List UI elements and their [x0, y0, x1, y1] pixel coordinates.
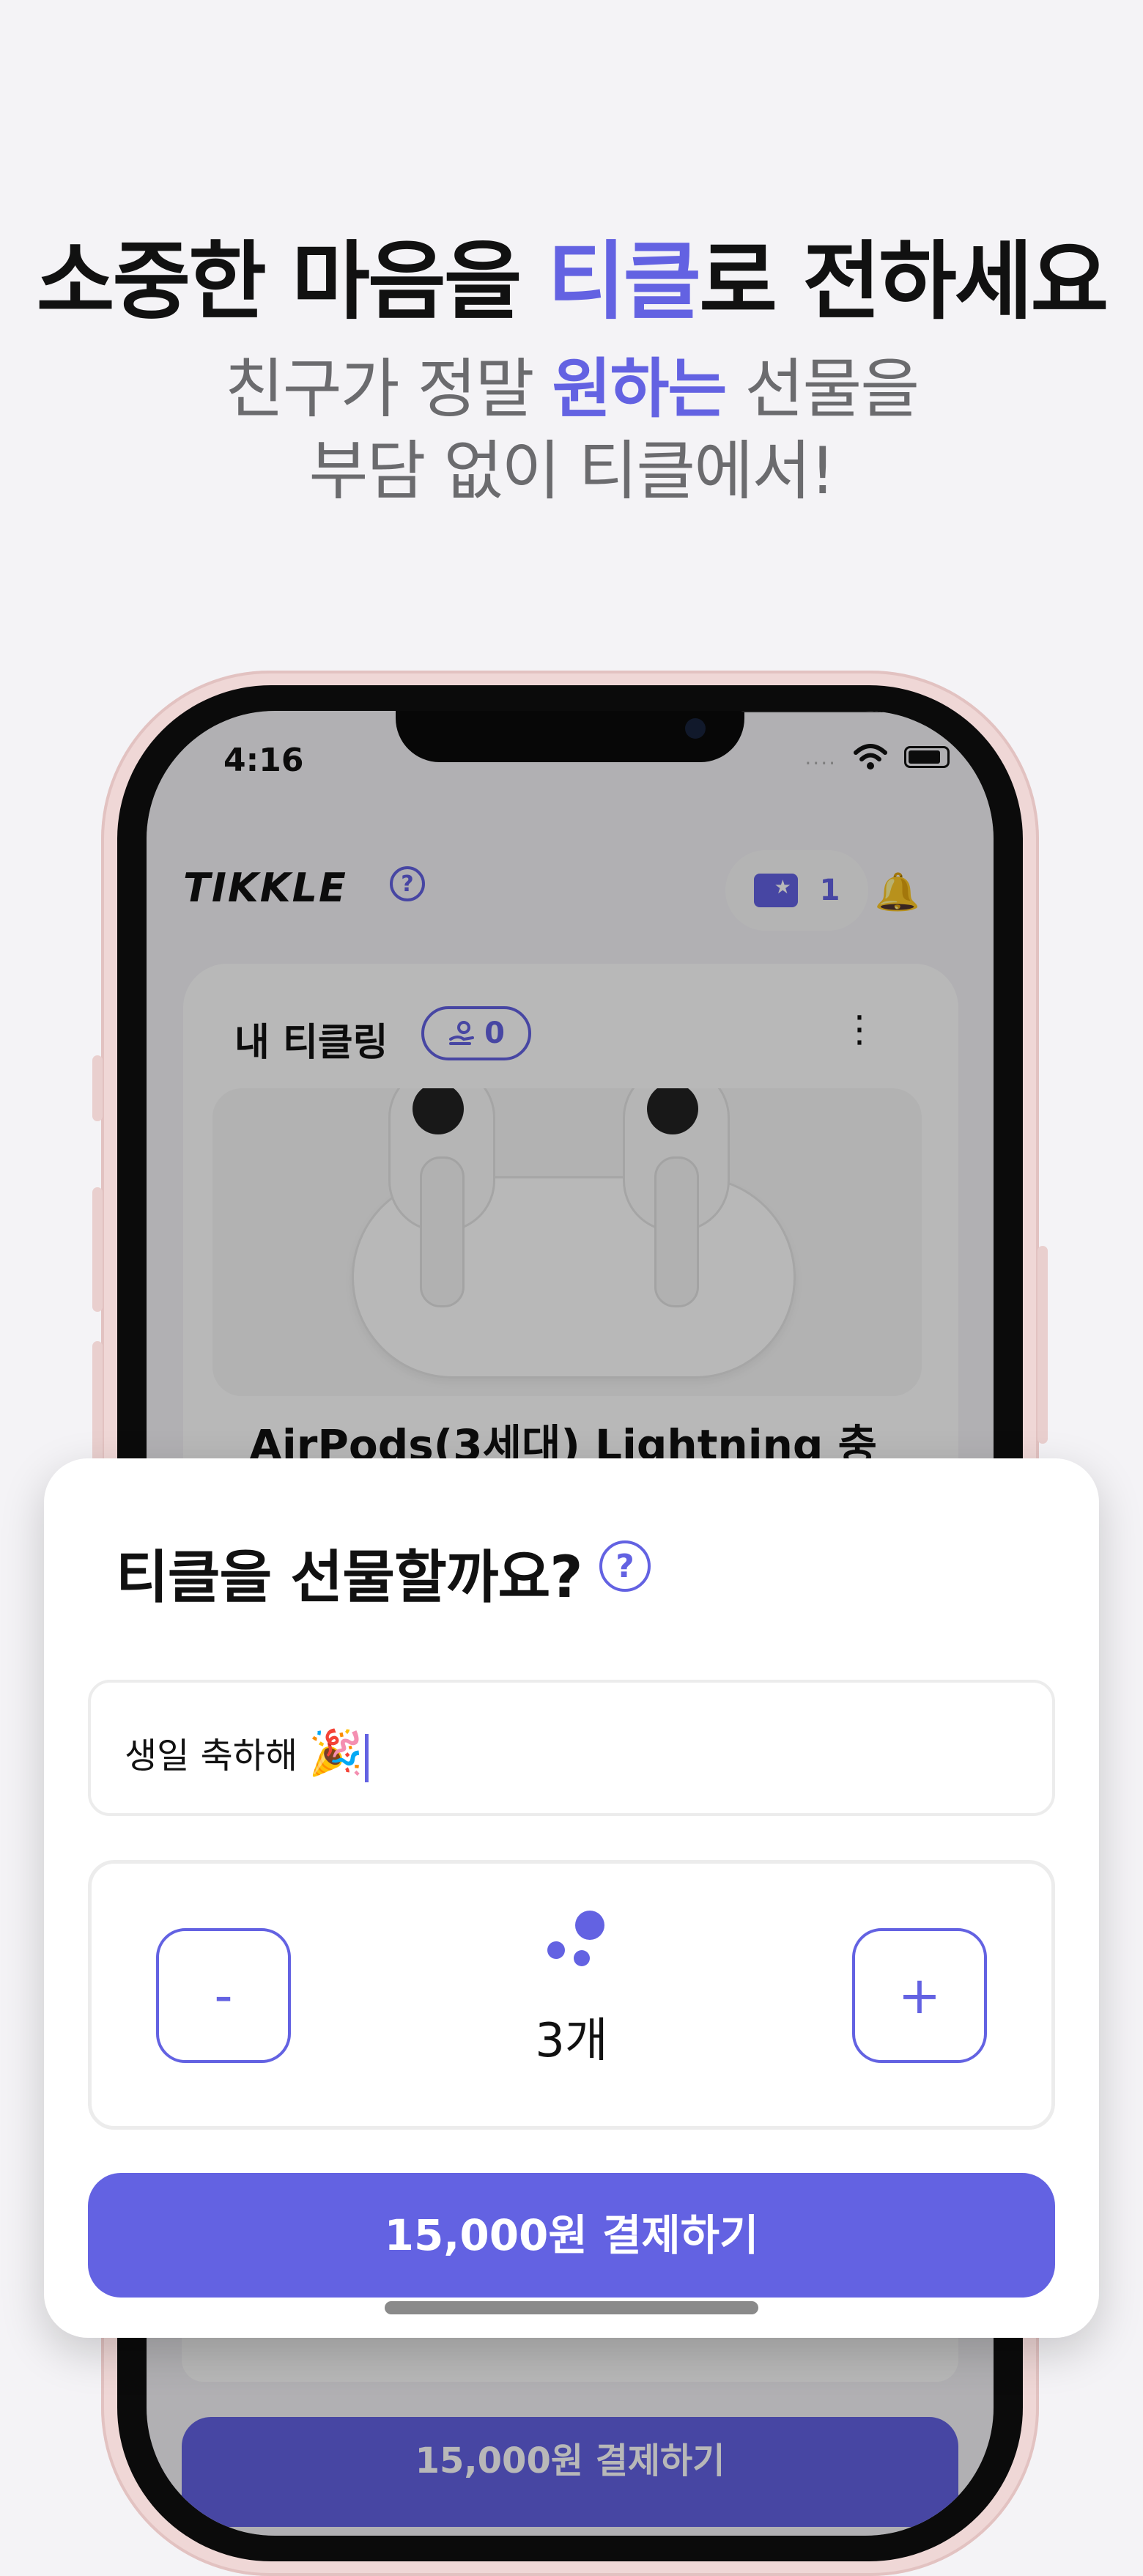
- sheet-help-icon[interactable]: ?: [599, 1540, 651, 1592]
- sheet-title: 티클을 선물할까요?: [116, 1545, 582, 1611]
- message-text: 생일 축하해 🎉: [125, 1727, 369, 1782]
- pay-button[interactable]: 15,000원 결제하기: [88, 2173, 1055, 2298]
- text-cursor: [365, 1734, 369, 1782]
- promo-subheadline: 친구가 정말 원하는 선물을 부담 없이 티클에서!: [0, 348, 1143, 512]
- message-input[interactable]: 생일 축하해 🎉: [88, 1680, 1055, 1816]
- increase-button[interactable]: +: [852, 1928, 987, 2063]
- bubbles-icon: [546, 1906, 612, 1972]
- sub-line1-accent: 원하는: [552, 351, 728, 427]
- sub-line2: 부담 없이 티클에서!: [308, 433, 836, 509]
- quantity-stepper: - 3개 +: [88, 1860, 1055, 2130]
- message-value: 생일 축하해: [125, 1735, 298, 1776]
- promo-headline: 소중한 마음을 티클로 전하세요: [0, 213, 1143, 336]
- phone-button-power: [1037, 1246, 1048, 1444]
- phone-button-silent: [92, 1055, 103, 1121]
- party-popper-icon: 🎉: [308, 1727, 364, 1779]
- headline-accent: 티클: [547, 232, 701, 331]
- headline-pre: 소중한 마음을: [36, 232, 547, 331]
- phone-button-volume-down: [92, 1341, 103, 1466]
- sub-line1-post: 선물을: [725, 351, 920, 427]
- home-indicator[interactable]: [385, 2301, 758, 2314]
- sub-line1-pre: 친구가 정말: [224, 351, 552, 427]
- gift-bottom-sheet: 티클을 선물할까요? ? 생일 축하해 🎉 - 3개 + 15,000원 결제하…: [44, 1458, 1099, 2338]
- phone-button-volume-up: [92, 1187, 103, 1312]
- headline-post: 로 전하세요: [699, 232, 1109, 331]
